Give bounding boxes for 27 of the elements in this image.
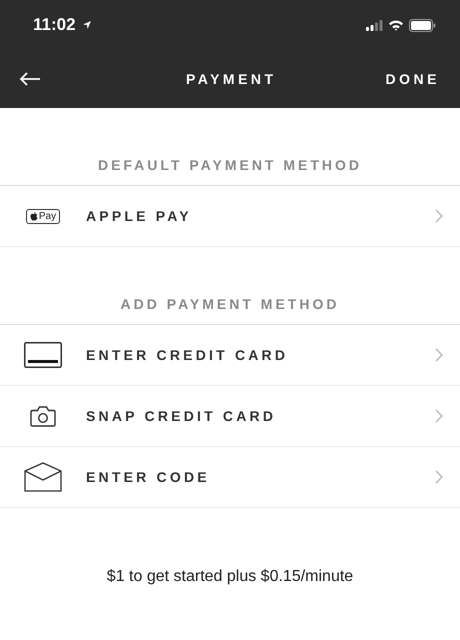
screen-title: PAYMENT bbox=[186, 71, 277, 87]
section-header: DEFAULT PAYMENT METHOD bbox=[96, 156, 364, 175]
status-time: 11:02 bbox=[33, 15, 76, 35]
back-arrow-icon[interactable] bbox=[19, 72, 41, 86]
credit-card-icon bbox=[24, 342, 62, 368]
chevron-right-icon bbox=[435, 209, 443, 223]
row-label: ENTER CREDIT CARD bbox=[86, 347, 290, 363]
apple-pay-icon: Pay bbox=[26, 208, 60, 224]
section-header: ADD PAYMENT METHOD bbox=[120, 295, 340, 314]
envelope-icon bbox=[24, 462, 62, 492]
chevron-right-icon bbox=[435, 409, 443, 423]
payment-method-row[interactable]: ENTER CREDIT CARD bbox=[0, 325, 460, 386]
chevron-right-icon bbox=[435, 470, 443, 484]
location-arrow-icon bbox=[82, 20, 92, 30]
row-label: ENTER CODE bbox=[86, 469, 211, 485]
signal-icon bbox=[366, 20, 383, 30]
payment-method-row[interactable]: SNAP CREDIT CARD bbox=[0, 386, 460, 447]
payment-method-row[interactable]: Pay APPLE PAY bbox=[0, 186, 460, 247]
row-label: APPLE PAY bbox=[86, 208, 193, 224]
battery-icon bbox=[409, 18, 436, 32]
row-label: SNAP CREDIT CARD bbox=[86, 408, 278, 424]
done-button[interactable]: DONE bbox=[386, 71, 440, 87]
camera-icon bbox=[30, 406, 56, 426]
wifi-icon bbox=[388, 19, 404, 31]
pricing-text: $1 to get started plus $0.15/minute bbox=[106, 567, 354, 586]
chevron-right-icon bbox=[435, 348, 443, 362]
payment-method-row[interactable]: ENTER CODE bbox=[0, 447, 460, 508]
